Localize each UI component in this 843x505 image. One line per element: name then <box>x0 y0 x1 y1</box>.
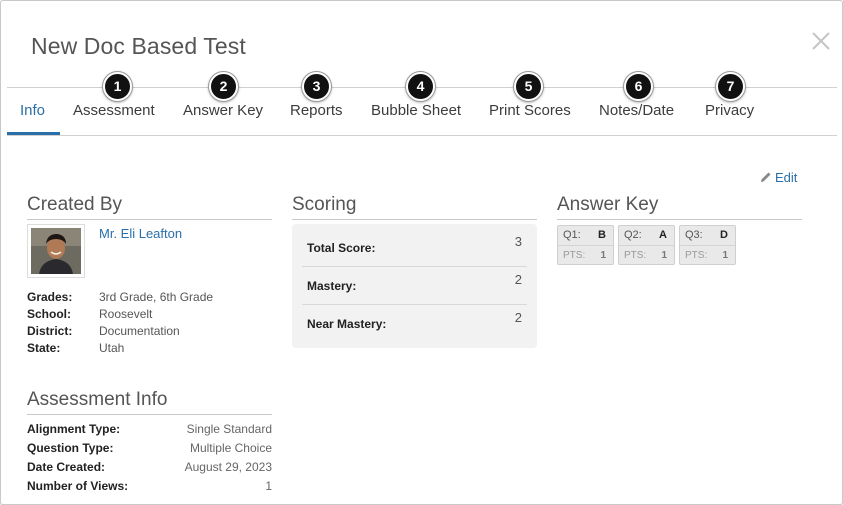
total-score-label: Total Score: <box>307 241 376 255</box>
state-row: State: Utah <box>27 341 124 355</box>
correct-answer: A <box>659 229 667 241</box>
school-row: School: Roosevelt <box>27 307 152 321</box>
avatar <box>27 224 85 278</box>
callout-badge-6: 6 <box>624 72 653 101</box>
edit-button[interactable]: Edit <box>760 170 797 185</box>
cell-divider <box>558 245 613 246</box>
pencil-icon <box>761 172 771 182</box>
test-detail-modal: New Doc Based Test 1 2 3 4 5 6 7 Info As… <box>0 0 843 505</box>
callout-badge-7: 7 <box>716 72 745 101</box>
cell-divider <box>619 245 674 246</box>
near-mastery-row: Near Mastery: 2 <box>292 300 537 338</box>
answer-key-heading: Answer Key <box>557 194 802 220</box>
question-type-value: Multiple Choice <box>189 441 272 455</box>
number-of-views-label: Number of Views: <box>27 479 129 493</box>
points-value: 1 <box>661 250 667 261</box>
points-value: 1 <box>722 250 728 261</box>
edit-label: Edit <box>775 170 798 185</box>
correct-answer: D <box>720 229 728 241</box>
alignment-type-row: Alignment Type: Single Standard <box>27 422 272 436</box>
total-score-row: Total Score: 3 <box>292 224 537 262</box>
near-mastery-label: Near Mastery: <box>307 317 387 331</box>
grades-label: Grades: <box>27 290 73 304</box>
created-by-heading: Created By <box>27 194 272 220</box>
district-label: District: <box>27 324 73 338</box>
number-of-views-value: 1 <box>265 479 272 493</box>
district-row: District: Documentation <box>27 324 180 338</box>
callout-badge-4: 4 <box>406 72 435 101</box>
alignment-type-label: Alignment Type: <box>27 422 121 436</box>
correct-answer: B <box>598 229 606 241</box>
grades-value: 3rd Grade, 6th Grade <box>99 290 214 304</box>
near-mastery-value: 2 <box>514 310 522 325</box>
creator-name-link[interactable]: Mr. Eli Leafton <box>99 226 182 241</box>
state-label: State: <box>27 341 61 355</box>
question-type-label: Question Type: <box>27 441 114 455</box>
total-score-value: 3 <box>514 234 522 249</box>
callout-badge-1: 1 <box>103 72 132 101</box>
question-number: Q2: <box>624 229 642 241</box>
question-type-row: Question Type: Multiple Choice <box>27 441 272 455</box>
answer-key-item: Q3: D PTS: 1 <box>679 225 736 265</box>
points-label: PTS: <box>685 250 708 261</box>
tab-privacy[interactable]: Privacy <box>705 102 754 119</box>
tab-assessment[interactable]: Assessment <box>73 102 155 119</box>
date-created-value: August 29, 2023 <box>184 460 272 474</box>
mastery-row: Mastery: 2 <box>292 262 537 300</box>
tab-info[interactable]: Info <box>20 102 45 119</box>
points-value: 1 <box>600 250 606 261</box>
tab-print-scores[interactable]: Print Scores <box>489 102 571 119</box>
date-created-row: Date Created: August 29, 2023 <box>27 460 272 474</box>
callout-badge-2: 2 <box>209 72 238 101</box>
modal-title: New Doc Based Test <box>31 33 246 59</box>
mastery-value: 2 <box>514 272 522 287</box>
cell-divider <box>680 245 735 246</box>
school-label: School: <box>27 307 71 321</box>
scoring-panel: Total Score: 3 Mastery: 2 Near Mastery: … <box>292 224 537 348</box>
school-link[interactable]: Roosevelt <box>99 307 152 321</box>
callout-badge-3: 3 <box>302 72 331 101</box>
alignment-type-value: Single Standard <box>186 422 272 436</box>
assessment-info-heading: Assessment Info <box>27 389 272 415</box>
state-value: Utah <box>99 341 125 355</box>
question-number: Q1: <box>563 229 581 241</box>
close-icon[interactable] <box>809 29 833 53</box>
tab-bubble-sheet[interactable]: Bubble Sheet <box>371 102 461 119</box>
district-link[interactable]: Documentation <box>99 324 180 338</box>
question-number: Q3: <box>685 229 703 241</box>
tab-answer-key[interactable]: Answer Key <box>183 102 263 119</box>
grades-row: Grades: 3rd Grade, 6th Grade <box>27 290 213 304</box>
date-created-label: Date Created: <box>27 460 106 474</box>
points-label: PTS: <box>563 250 586 261</box>
tab-reports[interactable]: Reports <box>290 102 343 119</box>
answer-key-item: Q2: A PTS: 1 <box>618 225 675 265</box>
scoring-heading: Scoring <box>292 194 537 220</box>
answer-key-item: Q1: B PTS: 1 <box>557 225 614 265</box>
points-label: PTS: <box>624 250 647 261</box>
callout-badge-5: 5 <box>514 72 543 101</box>
tab-notes-date[interactable]: Notes/Date <box>599 102 674 119</box>
tab-bar-bottom-divider <box>7 135 837 136</box>
number-of-views-row: Number of Views: 1 <box>27 479 272 493</box>
mastery-label: Mastery: <box>307 279 357 293</box>
